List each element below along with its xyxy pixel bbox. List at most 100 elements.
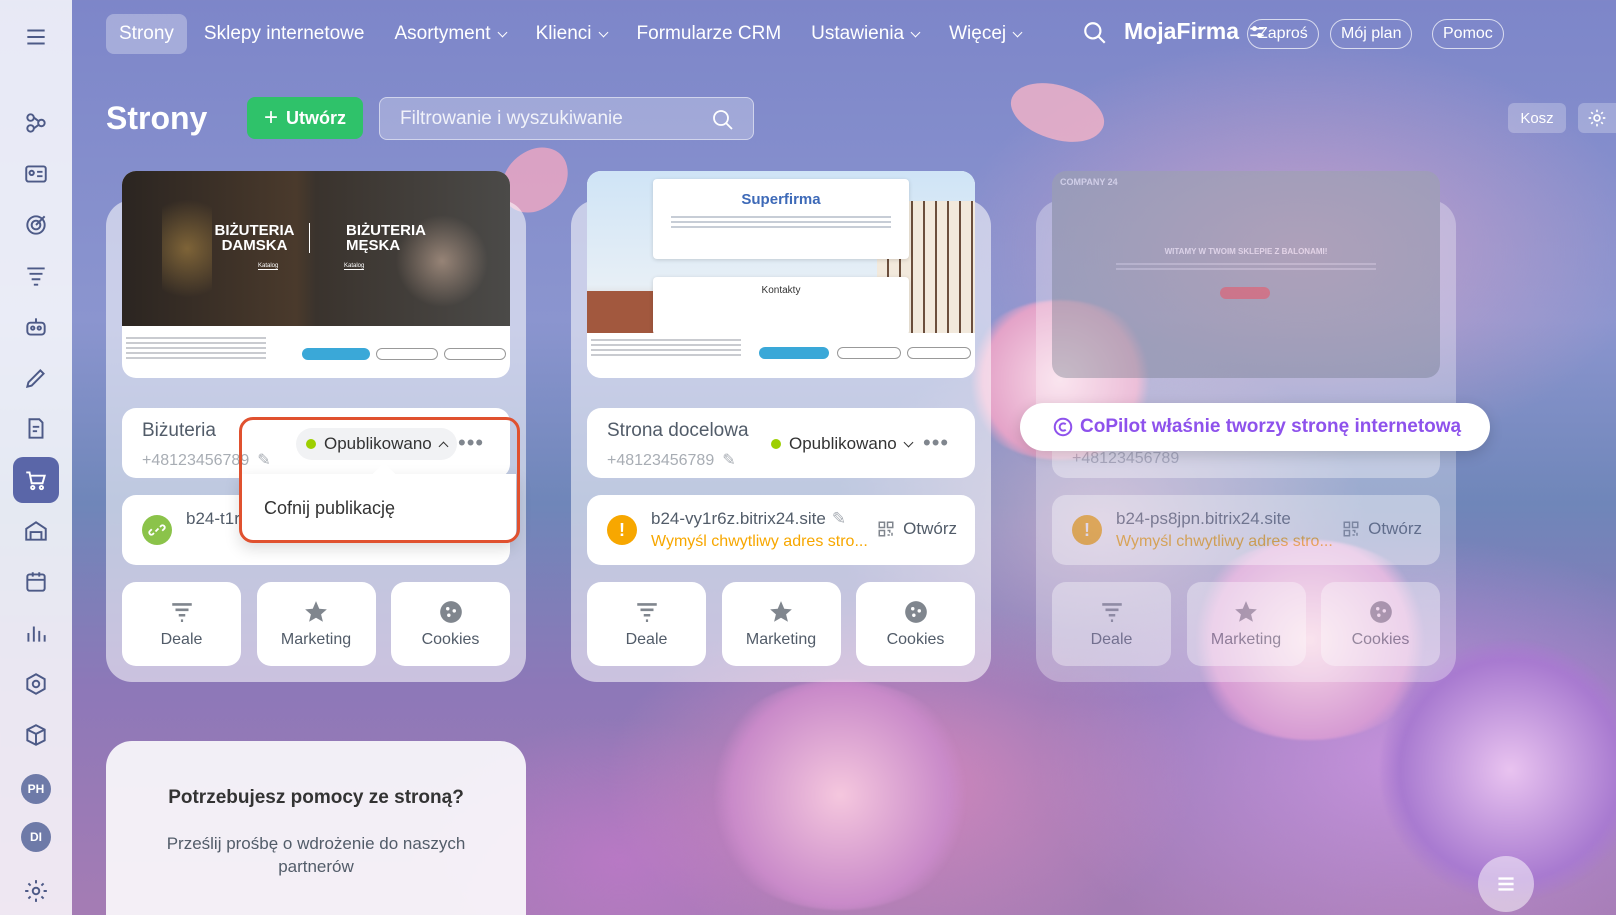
phone-value: +48123456789 xyxy=(607,452,715,469)
marketing-button[interactable]: Marketing xyxy=(721,582,841,666)
funnel-icon xyxy=(171,603,192,622)
help-button[interactable]: Pomoc xyxy=(1432,19,1504,49)
funnel-icon xyxy=(636,603,657,622)
action-label: Deale xyxy=(625,631,668,648)
nav-label: Sklepy internetowe xyxy=(203,23,365,44)
site-name[interactable]: Biżuteria xyxy=(142,420,216,442)
flow-icon[interactable] xyxy=(13,100,59,146)
action-label: Cookies xyxy=(886,631,945,648)
site-preview[interactable]: BIŻUTERIA DAMSKA BIŻUTERIA MĘSKA Katalog… xyxy=(122,171,510,378)
address-warning: Wymyśl chwytliwy adres stro... xyxy=(1116,533,1333,550)
nav-label: Formularze CRM xyxy=(636,23,782,44)
box-icon[interactable] xyxy=(13,712,59,758)
search-input[interactable] xyxy=(400,107,700,130)
calendar-icon[interactable] xyxy=(13,559,59,605)
status-dot xyxy=(771,439,781,449)
site-name[interactable]: Strona docelowa xyxy=(607,420,749,442)
funnel-icon xyxy=(1101,603,1122,622)
address-warning[interactable]: Wymyśl chwytliwy adres stro... xyxy=(651,533,868,551)
more-icon[interactable]: ••• xyxy=(923,430,949,456)
avatar[interactable]: PH xyxy=(21,774,51,804)
preview-cookie-button xyxy=(907,347,971,359)
site-phone: +48123456789 ✎ xyxy=(607,450,736,470)
document-edit-icon[interactable] xyxy=(13,406,59,452)
preview-heading: Superfirma xyxy=(741,191,821,208)
search-icon[interactable] xyxy=(711,108,735,132)
site-preview[interactable]: Superfirma Kontakty xyxy=(587,171,975,378)
nav-item-strony[interactable]: Strony xyxy=(106,14,187,54)
copilot-text: CoPilot właśnie tworzy stronę internetow… xyxy=(1080,416,1462,437)
site-card: Superfirma Kontakty Strona docelowa +481… xyxy=(571,171,991,682)
chart-icon[interactable] xyxy=(13,610,59,656)
warehouse-icon[interactable] xyxy=(13,508,59,554)
marketing-button: Marketing xyxy=(1186,582,1306,666)
create-label: Utwórz xyxy=(286,107,346,128)
warning-icon: ! xyxy=(1072,515,1102,545)
preview-text-lines xyxy=(126,337,266,339)
open-label: Otwórz xyxy=(1368,519,1422,538)
nav-item-formularze[interactable]: Formularze CRM xyxy=(624,14,795,54)
nav-item-ustawienia[interactable]: Ustawienia xyxy=(798,14,932,54)
open-button[interactable]: Otwórz xyxy=(877,519,957,539)
link-icon xyxy=(142,515,172,545)
gear-icon[interactable] xyxy=(1578,103,1616,133)
my-plan-button[interactable]: Mój plan xyxy=(1330,19,1413,49)
robot-icon[interactable] xyxy=(13,304,59,350)
status-dropdown[interactable]: Opublikowano xyxy=(761,428,922,460)
card-actions: Deale Marketing Cookies xyxy=(587,582,975,666)
preview-cookie-button xyxy=(376,348,438,360)
help-card[interactable]: Potrzebujesz pomocy ze stroną? Prześlij … xyxy=(106,741,526,915)
plus-icon: + xyxy=(263,104,278,131)
warning-icon: ! xyxy=(607,515,637,545)
cookies-button[interactable]: Cookies xyxy=(391,582,510,666)
cookies-button[interactable]: Cookies xyxy=(856,582,975,666)
nav-item-sklepy[interactable]: Sklepy internetowe xyxy=(191,14,378,54)
site-url[interactable]: b24-t1r xyxy=(186,509,240,529)
hexagon-icon[interactable] xyxy=(13,661,59,707)
preview-heading: WITAMY W TWOIM SKLEPIE Z BALONAMI! xyxy=(1164,247,1328,256)
nav-label: Strony xyxy=(119,23,174,44)
pen-icon[interactable] xyxy=(13,355,59,401)
funnel-icon[interactable] xyxy=(13,253,59,299)
nav-item-asortyment[interactable]: Asortyment xyxy=(381,14,518,54)
action-label: Marketing xyxy=(1210,631,1282,648)
site-url[interactable]: b24-vy1r6z.bitrix24.site ✎ xyxy=(651,509,846,529)
contact-card-icon[interactable] xyxy=(13,151,59,197)
invite-button[interactable]: Zaproś xyxy=(1247,19,1319,49)
star-icon xyxy=(770,601,792,622)
settings-icon[interactable] xyxy=(13,868,59,914)
nav-label: Asortyment xyxy=(394,23,491,44)
nav-item-klienci[interactable]: Klienci xyxy=(523,14,620,54)
create-button[interactable]: + Utwórz xyxy=(247,97,363,139)
background-petal xyxy=(1002,67,1113,158)
nav-item-wiecej[interactable]: Więcej xyxy=(936,14,1034,54)
chat-list-button[interactable] xyxy=(1478,856,1534,912)
pencil-icon[interactable]: ✎ xyxy=(722,450,735,470)
action-label: Deale xyxy=(1090,631,1133,648)
open-label: Otwórz xyxy=(903,519,957,538)
marketing-button[interactable]: Marketing xyxy=(256,582,376,666)
cookie-icon xyxy=(439,601,462,623)
url-value: b24-vy1r6z.bitrix24.site xyxy=(651,509,826,528)
pencil-icon[interactable]: ✎ xyxy=(832,509,846,528)
star-icon xyxy=(1235,601,1257,622)
deals-button[interactable]: Deale xyxy=(122,582,241,666)
action-label: Marketing xyxy=(280,631,352,648)
search-icon[interactable] xyxy=(1082,20,1108,46)
deals-button[interactable]: Deale xyxy=(587,582,706,666)
site-address: ! b24-vy1r6z.bitrix24.site ✎ Wymyśl chwyt… xyxy=(587,495,975,565)
action-label: Cookies xyxy=(1351,631,1410,648)
copilot-icon xyxy=(1053,417,1073,437)
cart-icon[interactable] xyxy=(13,457,59,503)
preview-cookie-button xyxy=(302,348,370,360)
company-brand[interactable]: MojaFirma xyxy=(1124,18,1267,45)
preview-text-lines xyxy=(591,339,741,341)
action-label: Deale xyxy=(160,631,203,648)
chevron-down-icon xyxy=(497,27,508,37)
avatar[interactable]: DI xyxy=(21,822,51,852)
target-icon[interactable] xyxy=(13,202,59,248)
trash-button[interactable]: Kosz xyxy=(1508,103,1566,133)
brand-name: MojaFirma xyxy=(1124,18,1240,44)
menu-icon[interactable] xyxy=(13,14,59,60)
site-info: Strona docelowa +48123456789 ✎ Opublikowa… xyxy=(587,408,975,478)
